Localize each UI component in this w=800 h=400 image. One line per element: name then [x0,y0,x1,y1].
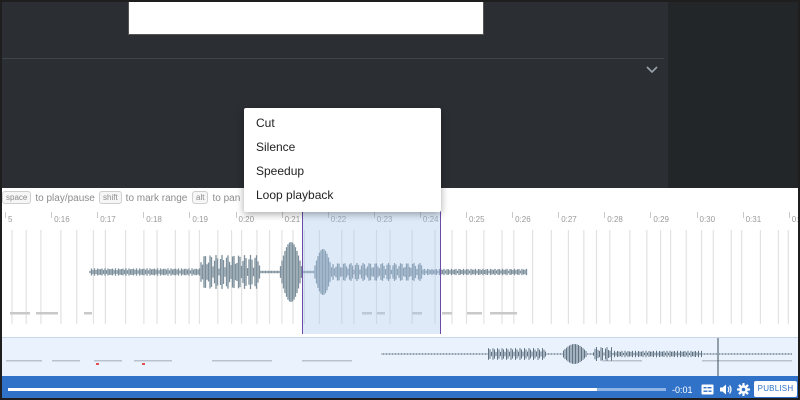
hint-shift: shift to mark range [99,191,187,207]
transcript-marker [10,312,30,315]
selection-range[interactable] [302,208,441,334]
overview-flag [142,363,145,365]
ruler-tick [696,212,698,218]
overview-marker [52,360,80,362]
hint-space: space to play/pause [2,191,95,207]
ruler-tick [97,212,99,218]
ruler-label: 0:30 [699,215,716,224]
overview-flag [96,363,99,365]
transcript-marker [442,312,452,315]
gear-icon[interactable] [736,382,751,397]
ruler-tick [235,212,237,218]
ruler-tick [558,212,560,218]
ruler-tick [281,212,283,218]
ruler-label: 0:29 [653,215,669,224]
space-key: space [2,191,32,204]
alt-key: alt [192,191,209,204]
progress-bar[interactable] [8,388,666,391]
ruler-label: 5 [8,215,13,224]
menu-item-cut[interactable]: Cut [244,111,441,135]
ruler-label: 0:32 [791,215,799,224]
ruler-tick [51,212,53,218]
ruler-tick [742,212,744,218]
transcript-marker [36,312,58,315]
ruler-tick [189,212,191,218]
ruler-tick [512,212,514,218]
hint-shift-text: to mark range [125,193,188,204]
ruler-tick [466,212,467,218]
right-panel [668,2,798,188]
ruler-label: 0:25 [469,215,485,224]
ruler-tick [788,212,790,218]
menu-item-silence[interactable]: Silence [244,135,441,159]
hint-alt-text: to pan [212,193,241,204]
app-frame: Cut Silence Speedup Loop playback space t… [0,0,800,400]
ruler-label: 0:21 [284,215,301,224]
ruler-label: 0:28 [607,215,623,224]
overview-waveform[interactable] [2,338,800,376]
ruler-label: 0:17 [100,215,116,224]
video-preview [128,2,484,35]
transcript-marker [467,312,482,315]
overview-marker [212,360,272,362]
overview-marker [6,360,42,362]
publish-button[interactable]: PUBLISH [754,381,797,397]
audio-editor: space to play/pause shift to mark range al… [2,188,800,398]
transcript-marker [84,312,92,315]
captions-icon[interactable] [700,382,715,397]
hint-alt: alt to pan [192,191,240,207]
ruler-tick [5,212,6,218]
overview-marker [302,360,352,362]
panel-divider [2,58,664,59]
volume-icon[interactable] [718,382,733,397]
overview-marker [134,360,172,362]
overview-marker [602,360,642,362]
progress-fill [8,388,597,391]
ruler-label: 0:27 [561,215,577,224]
transcript-marker [490,312,517,315]
shift-key: shift [99,191,122,204]
menu-item-loop-playback[interactable]: Loop playback [244,183,441,207]
ruler-label: 0:18 [146,215,162,224]
ruler-label: 0:16 [54,215,70,224]
ruler-tick [650,212,652,218]
overview-marker [702,360,792,362]
ruler-tick [143,212,145,218]
time-remaining: -0:01 [672,385,693,395]
player-bar: -0:01 PUBLISH [2,376,798,398]
hint-space-text: to play/pause [35,193,95,204]
overview-marker [94,360,122,362]
ruler-label: 0:20 [238,215,255,224]
context-menu: Cut Silence Speedup Loop playback [244,108,441,212]
ruler-tick [604,212,606,218]
ruler-label: 0:26 [515,215,531,224]
ruler-label: 0:19 [192,215,208,224]
menu-item-speedup[interactable]: Speedup [244,159,441,183]
chevron-down-icon[interactable] [642,60,662,80]
ruler-label: 0:31 [745,215,762,224]
